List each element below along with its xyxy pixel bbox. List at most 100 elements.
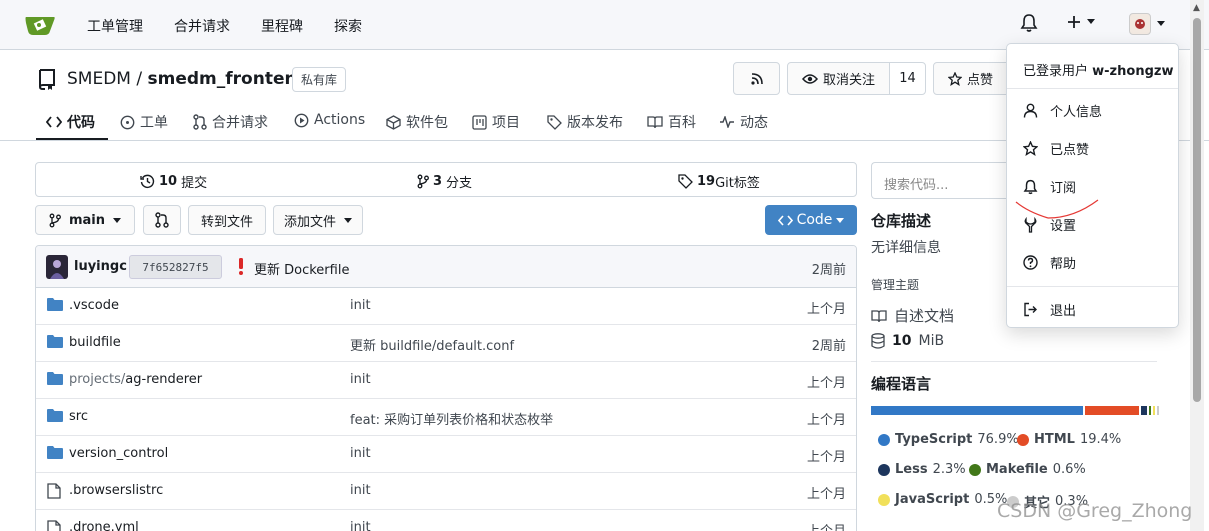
question-icon <box>1023 255 1038 270</box>
rss-button[interactable] <box>733 62 780 95</box>
file-commit-time: 上个月 <box>806 413 846 428</box>
bell-icon[interactable] <box>1020 13 1038 33</box>
nav-pulls[interactable]: 合并请求 <box>174 16 230 36</box>
table-row[interactable]: .vscode init 上个月 <box>36 288 856 325</box>
tab-actions[interactable]: Actions <box>294 112 365 128</box>
tab-releases[interactable]: 版本发布 <box>547 112 623 132</box>
tab-issues[interactable]: 工单 <box>120 112 168 132</box>
unwatch-label: 取消关注 <box>822 73 875 88</box>
language-bar-segment <box>1157 406 1160 415</box>
folder-icon <box>47 446 63 459</box>
language-color-dot <box>1017 433 1029 446</box>
file-name[interactable]: version_control <box>69 446 168 461</box>
file-icon <box>47 520 61 531</box>
tags-stat[interactable]: 19 Git标签 <box>678 172 760 191</box>
commit-sha[interactable]: 7f652827f5 <box>129 255 222 279</box>
menu-item-profile[interactable]: 个人信息 <box>1023 101 1102 120</box>
clone-code-button[interactable]: Code <box>765 205 857 235</box>
tab-packages[interactable]: 软件包 <box>386 112 448 132</box>
file-commit-message[interactable]: init <box>350 446 371 461</box>
unwatch-button[interactable]: 取消关注 <box>787 62 890 95</box>
table-row[interactable]: version_control init 上个月 <box>36 436 856 473</box>
code-search-input[interactable]: 搜索代码... <box>871 162 1021 199</box>
add-file-button[interactable]: 添加文件 <box>273 205 363 235</box>
language-color-dot <box>969 463 981 476</box>
readme-link[interactable]: 自述文档 <box>871 305 954 326</box>
tab-pulls[interactable]: 合并请求 <box>193 112 268 132</box>
menu-item-label: 帮助 <box>1050 257 1077 272</box>
scroll-up-arrow-icon[interactable]: ▲ <box>1193 3 1200 13</box>
file-name[interactable]: src <box>69 409 88 424</box>
repo-size-value: 10 <box>892 333 912 349</box>
tab-activity[interactable]: 动态 <box>719 112 768 132</box>
file-commit-message[interactable]: init <box>350 372 371 387</box>
branch-selector[interactable]: main <box>35 205 135 235</box>
commit-author[interactable]: luyingc <box>74 259 127 274</box>
repo-title: SMEDM / smedm_frontend <box>67 69 309 89</box>
history-icon <box>140 174 155 188</box>
star-icon <box>948 71 962 86</box>
rss-icon <box>750 72 763 85</box>
table-row[interactable]: buildfile 更新 buildfile/default.conf 2周前 <box>36 325 856 362</box>
commits-stat[interactable]: 10 提交 <box>140 172 207 191</box>
commit-time: 2周前 <box>811 263 846 278</box>
file-commit-message[interactable]: feat: 采购订单列表价格和状态枚举 <box>350 409 553 428</box>
commits-label: 提交 <box>181 176 208 191</box>
file-name[interactable]: .vscode <box>69 298 119 313</box>
star-icon <box>1023 141 1038 156</box>
tab-code[interactable]: 代码 <box>46 112 95 132</box>
branches-stat[interactable]: 3 分支 <box>417 172 472 191</box>
tags-label: Git标签 <box>715 176 760 191</box>
repo-owner-link[interactable]: SMEDM <box>67 69 131 89</box>
scrollbar-thumb[interactable] <box>1193 18 1201 402</box>
file-commit-time: 上个月 <box>806 302 846 317</box>
file-name[interactable]: .drone.yml <box>69 520 139 531</box>
menu-item-starred[interactable]: 已点赞 <box>1023 139 1089 158</box>
commit-message[interactable]: 更新 Dockerfile <box>254 259 349 278</box>
repo-size-unit: MiB <box>918 333 945 349</box>
branches-count: 3 <box>433 174 443 189</box>
package-icon <box>386 114 401 130</box>
table-row[interactable]: src feat: 采购订单列表价格和状态枚举 上个月 <box>36 399 856 436</box>
watch-count[interactable]: 14 <box>889 62 926 95</box>
user-menu-button[interactable] <box>1129 13 1165 35</box>
manage-topics-link[interactable]: 管理主题 <box>871 276 919 293</box>
person-icon <box>1023 103 1038 118</box>
menu-divider <box>1007 88 1178 89</box>
create-menu-button[interactable] <box>1066 14 1095 30</box>
star-button[interactable]: 点赞 <box>933 62 1013 95</box>
menu-item-help[interactable]: 帮助 <box>1023 253 1076 272</box>
repo-name-link[interactable]: smedm_frontend <box>148 69 309 89</box>
nav-explore[interactable]: 探索 <box>334 16 362 36</box>
file-name[interactable]: .browserslistrc <box>69 483 163 498</box>
table-row[interactable]: projects/ag-renderer init 上个月 <box>36 362 856 399</box>
file-name[interactable]: buildfile <box>69 335 121 350</box>
nav-milestones[interactable]: 里程碑 <box>261 16 303 36</box>
file-commit-message[interactable]: init <box>350 298 371 313</box>
table-row[interactable]: .browserslistrc init 上个月 <box>36 473 856 510</box>
file-commit-message[interactable]: init <box>350 520 371 531</box>
gitea-logo-icon[interactable] <box>24 11 56 39</box>
menu-item-label: 个人信息 <box>1050 105 1103 120</box>
repo-size: 10 MiB <box>871 333 944 349</box>
file-commit-message[interactable]: init <box>350 483 371 498</box>
tab-wiki[interactable]: 百科 <box>647 112 696 132</box>
table-row[interactable]: .drone.yml init 上个月 <box>36 510 856 531</box>
file-commit-time: 上个月 <box>807 520 846 531</box>
nav-issues[interactable]: 工单管理 <box>87 16 143 36</box>
menu-item-logout[interactable]: 退出 <box>1023 300 1076 319</box>
tab-projects[interactable]: 项目 <box>472 112 520 132</box>
compare-button[interactable] <box>143 205 181 235</box>
eye-icon <box>801 73 818 84</box>
pull-request-icon <box>155 212 169 228</box>
language-percent: 76.9% <box>977 432 1019 447</box>
book-icon <box>647 116 663 129</box>
goto-file-button[interactable]: 转到文件 <box>188 205 266 235</box>
language-bar-segment <box>1085 406 1139 415</box>
folder-icon <box>47 409 63 422</box>
annotation-mark <box>1015 199 1099 219</box>
menu-item-subscriptions[interactable]: 订阅 <box>1023 177 1076 196</box>
file-name[interactable]: projects/ag-renderer <box>69 372 202 387</box>
commit-author-avatar[interactable] <box>46 255 68 279</box>
file-commit-message[interactable]: 更新 buildfile/default.conf <box>350 335 514 354</box>
